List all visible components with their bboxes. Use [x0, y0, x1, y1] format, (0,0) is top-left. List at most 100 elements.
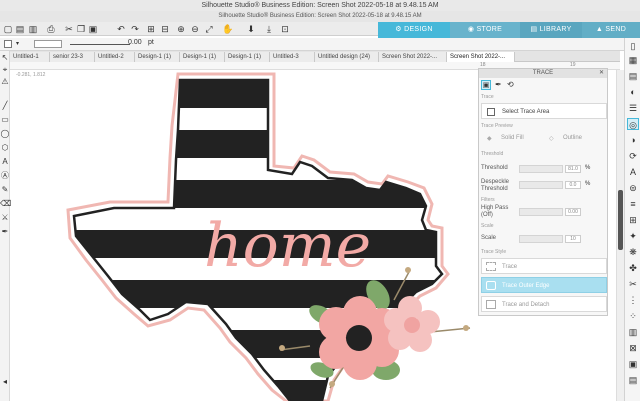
- opacity-icon[interactable]: ◑: [627, 134, 639, 146]
- solid-fill-label: Solid Fill: [501, 135, 524, 141]
- scale-slider[interactable]: [519, 235, 563, 243]
- pencil-tool-icon[interactable]: ✎: [0, 185, 10, 195]
- doc-tab[interactable]: senior 23-3: [50, 52, 95, 62]
- offset-icon[interactable]: ⊜: [627, 182, 639, 194]
- vertical-scrollbar[interactable]: [616, 70, 624, 401]
- zoom-select-icon[interactable]: ⊡: [280, 24, 290, 34]
- new-file-icon[interactable]: ▢: [3, 24, 13, 34]
- redo-icon[interactable]: ↷: [130, 24, 140, 34]
- knife-tool-icon[interactable]: ⚔: [0, 213, 10, 223]
- fill-dropdown-icon[interactable]: ▾: [16, 40, 26, 48]
- polygon-tool-icon[interactable]: ⬡: [0, 143, 10, 153]
- scale-input[interactable]: 10: [565, 235, 581, 243]
- threshold-input[interactable]: 81.0: [565, 165, 581, 173]
- trace-and-detach-label: Trace and Detach: [502, 302, 550, 308]
- doc-tab[interactable]: Untitled-3: [270, 52, 315, 62]
- zoom-in-icon[interactable]: ⊕: [176, 24, 186, 34]
- select-arrow-icon[interactable]: ↖: [0, 53, 10, 63]
- despeckle-input[interactable]: 0.0: [565, 181, 581, 189]
- rhinestone-icon[interactable]: ❋: [627, 246, 639, 258]
- open-folder-icon[interactable]: ▤: [15, 24, 25, 34]
- doc-tab-active[interactable]: Screen Shot 2022-...: [447, 52, 515, 62]
- line-style-icon[interactable]: ☰: [627, 102, 639, 114]
- undo-icon[interactable]: ↶: [116, 24, 126, 34]
- line-width-value[interactable]: 0.00: [128, 39, 142, 46]
- trace-panel-title: TRACE: [532, 70, 554, 76]
- nav-send-tab[interactable]: ▲ SEND: [582, 22, 640, 38]
- trace-tab-icon[interactable]: ▣: [481, 80, 491, 90]
- fit-page-icon[interactable]: ⤓: [264, 24, 274, 34]
- library-panel-icon[interactable]: ▥: [627, 326, 639, 338]
- layers-icon[interactable]: ⁘: [627, 310, 639, 322]
- nav-store-tab[interactable]: ◉ STORE: [450, 22, 520, 38]
- nav-design-tab[interactable]: ⚙ DESIGN: [378, 22, 450, 38]
- trace-and-detach-button[interactable]: Trace and Detach: [481, 296, 607, 312]
- collapse-arrow-icon[interactable]: ◂: [0, 377, 10, 387]
- despeckle-slider[interactable]: [519, 181, 563, 189]
- copy-icon[interactable]: ❐: [76, 24, 86, 34]
- doc-tab[interactable]: Untitled-2: [95, 52, 135, 62]
- doc-tab[interactable]: Untitled design (24): [315, 52, 379, 62]
- nav-library-tab[interactable]: ▤ LIBRARY: [520, 22, 582, 38]
- modify-icon[interactable]: ✦: [627, 230, 639, 242]
- trace-panel-icon[interactable]: ◎: [627, 118, 639, 130]
- rectangle-tool-icon[interactable]: ▭: [0, 115, 10, 125]
- mac-menubar: Silhouette Studio® Business Edition: Scr…: [0, 0, 640, 11]
- line-tool-icon[interactable]: ╱: [0, 101, 10, 111]
- sketch-icon[interactable]: ⋮: [627, 294, 639, 306]
- ungroup-icon[interactable]: ⊟: [160, 24, 170, 34]
- zoom-drag-icon[interactable]: ⤢: [204, 24, 214, 34]
- menubar-title: Silhouette Studio® Business Edition: Scr…: [201, 2, 439, 9]
- line-style-select[interactable]: [34, 40, 62, 48]
- align-icon[interactable]: ≡: [627, 198, 639, 210]
- save-icon[interactable]: ▥: [28, 24, 38, 34]
- replicate-icon[interactable]: ⊞: [627, 214, 639, 226]
- highpass-input[interactable]: 0.00: [565, 208, 581, 216]
- eyedropper-tab-icon[interactable]: ✒: [495, 80, 505, 90]
- pan-hand-icon[interactable]: ✋: [222, 24, 233, 34]
- doc-tab[interactable]: Design-1 (1): [135, 52, 180, 62]
- cut-icon[interactable]: ✂: [64, 24, 74, 34]
- eraser-tool-icon[interactable]: ⌫: [0, 199, 11, 209]
- scrollbar-thumb[interactable]: [618, 190, 623, 250]
- select-trace-area-button[interactable]: Select Trace Area: [481, 103, 607, 119]
- more-icon[interactable]: ▤: [627, 374, 639, 386]
- close-icon[interactable]: ✕: [599, 69, 604, 78]
- ellipse-tool-icon[interactable]: ◯: [0, 129, 10, 139]
- doc-tab[interactable]: Screen Shot 2022-...: [379, 52, 447, 62]
- doc-tab-label: Untitled-1: [13, 54, 39, 60]
- text-tool-icon[interactable]: A: [0, 157, 10, 167]
- threshold-slider[interactable]: [519, 165, 563, 173]
- point-edit-icon[interactable]: ⌖: [0, 65, 10, 75]
- magic-trace-icon[interactable]: ⟲: [507, 80, 517, 90]
- solid-fill-icon[interactable]: ◆: [487, 135, 492, 142]
- trace-outer-edge-button[interactable]: Trace Outer Edge: [481, 277, 607, 293]
- text-style-icon[interactable]: A: [627, 166, 639, 178]
- move-down-icon[interactable]: ⬇: [246, 24, 256, 34]
- text-path-icon[interactable]: Ⓐ: [0, 171, 10, 181]
- nesting-icon[interactable]: ✤: [627, 262, 639, 274]
- fill-color-swatch[interactable]: [4, 40, 12, 48]
- line-panel-icon[interactable]: ◐: [627, 86, 639, 98]
- zoom-out-icon[interactable]: ⊖: [190, 24, 200, 34]
- trace-button[interactable]: Trace: [481, 258, 607, 274]
- threshold-unit: %: [585, 165, 591, 171]
- fill-panel-icon[interactable]: ▤: [627, 70, 639, 82]
- cursor-coords: -0.281, 1.812: [16, 72, 46, 78]
- doc-tab[interactable]: Design-1 (1): [225, 52, 270, 62]
- highpass-slider[interactable]: [519, 208, 563, 216]
- eyedropper-icon[interactable]: ✒: [0, 227, 10, 237]
- shapes-icon[interactable]: ▣: [627, 358, 639, 370]
- print-cut-icon[interactable]: ⊠: [627, 342, 639, 354]
- section-preview: Trace Preview: [481, 123, 513, 129]
- group-icon[interactable]: ⊞: [146, 24, 156, 34]
- outline-icon[interactable]: ◇: [549, 135, 554, 142]
- grid-icon[interactable]: ▦: [627, 54, 639, 66]
- doc-tab[interactable]: Untitled-1: [10, 52, 50, 62]
- paste-icon[interactable]: ▣: [88, 24, 98, 34]
- transform-icon[interactable]: ⟳: [627, 150, 639, 162]
- knife-panel-icon[interactable]: ✂: [627, 278, 639, 290]
- doc-tab[interactable]: Design-1 (1): [180, 52, 225, 62]
- page-setup-icon[interactable]: ▯: [627, 40, 639, 52]
- print-icon[interactable]: ⎙: [46, 24, 56, 34]
